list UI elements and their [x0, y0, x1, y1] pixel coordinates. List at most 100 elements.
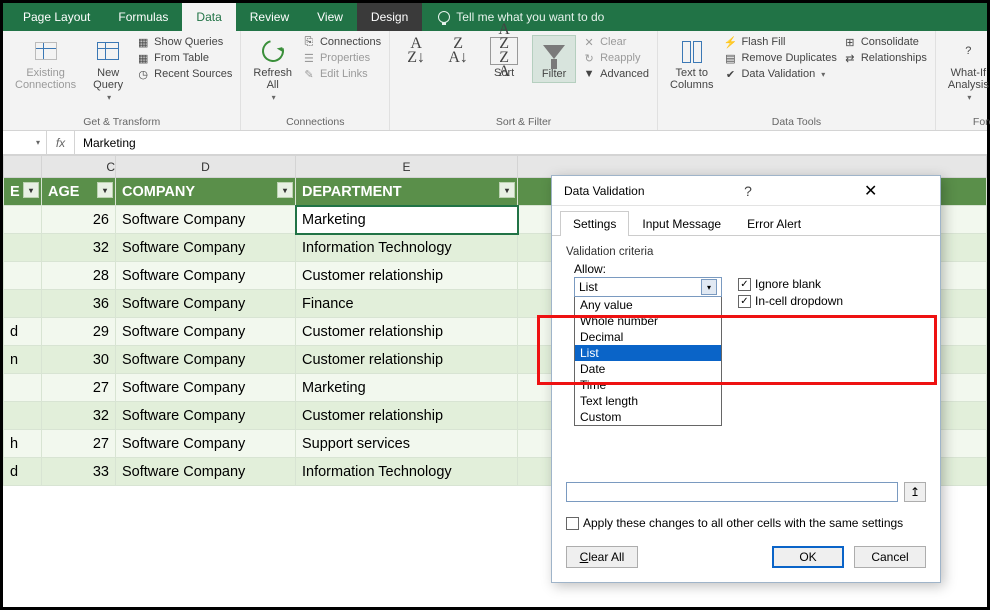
cancel-button[interactable]: Cancel: [854, 546, 926, 568]
reapply-button[interactable]: ↻Reapply: [582, 51, 649, 65]
ok-button[interactable]: OK: [772, 546, 844, 568]
col-header[interactable]: [4, 156, 42, 178]
header-cell-department[interactable]: DEPARTMENT▾: [296, 178, 518, 206]
existing-connections-button[interactable]: Existing Connections: [11, 35, 80, 93]
cell[interactable]: Software Company: [116, 374, 296, 402]
help-button[interactable]: ?: [687, 183, 810, 199]
cell[interactable]: Software Company: [116, 318, 296, 346]
cell[interactable]: n: [4, 346, 42, 374]
cell[interactable]: Customer relationship: [296, 346, 518, 374]
cell[interactable]: Customer relationship: [296, 318, 518, 346]
cell[interactable]: Software Company: [116, 346, 296, 374]
tab-settings[interactable]: Settings: [560, 211, 629, 236]
cell[interactable]: d: [4, 318, 42, 346]
recent-sources-button[interactable]: ◷Recent Sources: [136, 67, 232, 81]
tab-review[interactable]: Review: [236, 3, 303, 31]
cell[interactable]: Software Company: [116, 458, 296, 486]
tab-input-message[interactable]: Input Message: [629, 211, 734, 236]
cell[interactable]: Software Company: [116, 290, 296, 318]
cell[interactable]: Software Company: [116, 206, 296, 234]
sort-za-button[interactable]: ZA↓: [440, 35, 476, 67]
advanced-filter-button[interactable]: ▼Advanced: [582, 67, 649, 81]
data-validation-button[interactable]: ✔Data Validation▾: [723, 67, 836, 81]
filter-dropdown-icon[interactable]: ▾: [499, 182, 515, 198]
incell-dropdown-checkbox[interactable]: ✓In-cell dropdown: [738, 294, 843, 308]
header-cell[interactable]: E▾: [4, 178, 42, 206]
col-header-e[interactable]: E: [296, 156, 518, 178]
col-header-c[interactable]: C: [42, 156, 116, 178]
cell[interactable]: [4, 402, 42, 430]
tab-view[interactable]: View: [303, 3, 357, 31]
header-cell-company[interactable]: COMPANY▾: [116, 178, 296, 206]
source-input[interactable]: [566, 482, 898, 502]
show-queries-button[interactable]: ▦Show Queries: [136, 35, 232, 49]
from-table-button[interactable]: ▦From Table: [136, 51, 232, 65]
cell[interactable]: [4, 374, 42, 402]
cell[interactable]: 32: [42, 234, 116, 262]
chevron-down-icon[interactable]: ▾: [701, 279, 717, 295]
col-header-d[interactable]: D: [116, 156, 296, 178]
filter-dropdown-icon[interactable]: ▾: [97, 182, 113, 198]
cell[interactable]: 27: [42, 374, 116, 402]
cell[interactable]: [4, 234, 42, 262]
sort-az-button[interactable]: AZ↓: [398, 35, 434, 67]
filter-dropdown-icon[interactable]: ▾: [277, 182, 293, 198]
cell[interactable]: Finance: [296, 290, 518, 318]
allow-option[interactable]: Any value: [575, 297, 721, 313]
tab-formulas[interactable]: Formulas: [104, 3, 182, 31]
allow-option[interactable]: Text length: [575, 393, 721, 409]
tab-data[interactable]: Data: [182, 3, 235, 31]
cell[interactable]: Customer relationship: [296, 402, 518, 430]
cell[interactable]: Software Company: [116, 234, 296, 262]
properties-button[interactable]: ☰Properties: [302, 51, 381, 65]
cell[interactable]: [4, 290, 42, 318]
cell[interactable]: 32: [42, 402, 116, 430]
cell[interactable]: 30: [42, 346, 116, 374]
range-picker-button[interactable]: ↥: [904, 482, 926, 502]
what-if-button[interactable]: ? What-If Analysis ▾: [944, 35, 990, 104]
consolidate-button[interactable]: ⊞Consolidate: [843, 35, 927, 49]
cell[interactable]: h: [4, 430, 42, 458]
edit-links-button[interactable]: ✎Edit Links: [302, 67, 381, 81]
remove-duplicates-button[interactable]: ▤Remove Duplicates: [723, 51, 836, 65]
flash-fill-button[interactable]: ⚡Flash Fill: [723, 35, 836, 49]
cell[interactable]: 33: [42, 458, 116, 486]
new-query-button[interactable]: New Query ▾: [86, 35, 130, 104]
refresh-all-button[interactable]: Refresh All ▾: [249, 35, 296, 104]
cell[interactable]: [4, 262, 42, 290]
cell[interactable]: 28: [42, 262, 116, 290]
allow-combobox[interactable]: List ▾: [574, 277, 722, 297]
cell[interactable]: Software Company: [116, 430, 296, 458]
cell[interactable]: 26: [42, 206, 116, 234]
filter-dropdown-icon[interactable]: ▾: [23, 182, 39, 198]
relationships-button[interactable]: ⇄Relationships: [843, 51, 927, 65]
cell[interactable]: Software Company: [116, 402, 296, 430]
ignore-blank-checkbox[interactable]: ✓Ignore blank: [738, 277, 843, 291]
cell[interactable]: 36: [42, 290, 116, 318]
cell[interactable]: Information Technology: [296, 234, 518, 262]
formula-input[interactable]: Marketing: [75, 136, 987, 150]
cell[interactable]: Support services: [296, 430, 518, 458]
cell[interactable]: 27: [42, 430, 116, 458]
name-box[interactable]: ▾: [3, 131, 47, 154]
cell[interactable]: Marketing: [296, 206, 518, 234]
allow-option[interactable]: Custom: [575, 409, 721, 425]
apply-all-checkbox[interactable]: Apply these changes to all other cells w…: [566, 516, 926, 530]
sort-button[interactable]: A ZZ A Sort: [482, 35, 526, 81]
fx-button[interactable]: fx: [47, 131, 75, 154]
tab-design[interactable]: Design: [357, 3, 422, 31]
tab-error-alert[interactable]: Error Alert: [734, 211, 814, 236]
cell[interactable]: 29: [42, 318, 116, 346]
cell[interactable]: [4, 206, 42, 234]
filter-button[interactable]: Filter: [532, 35, 576, 83]
cell[interactable]: d: [4, 458, 42, 486]
text-to-columns-button[interactable]: Text to Columns: [666, 35, 717, 93]
connections-button[interactable]: ⎘Connections: [302, 35, 381, 49]
cell[interactable]: Customer relationship: [296, 262, 518, 290]
clear-filter-button[interactable]: ✕Clear: [582, 35, 649, 49]
close-button[interactable]: ✕: [809, 181, 932, 201]
tab-page-layout[interactable]: Page Layout: [9, 3, 104, 31]
cell[interactable]: Marketing: [296, 374, 518, 402]
clear-all-button[interactable]: Clear All: [566, 546, 638, 568]
cell[interactable]: Information Technology: [296, 458, 518, 486]
